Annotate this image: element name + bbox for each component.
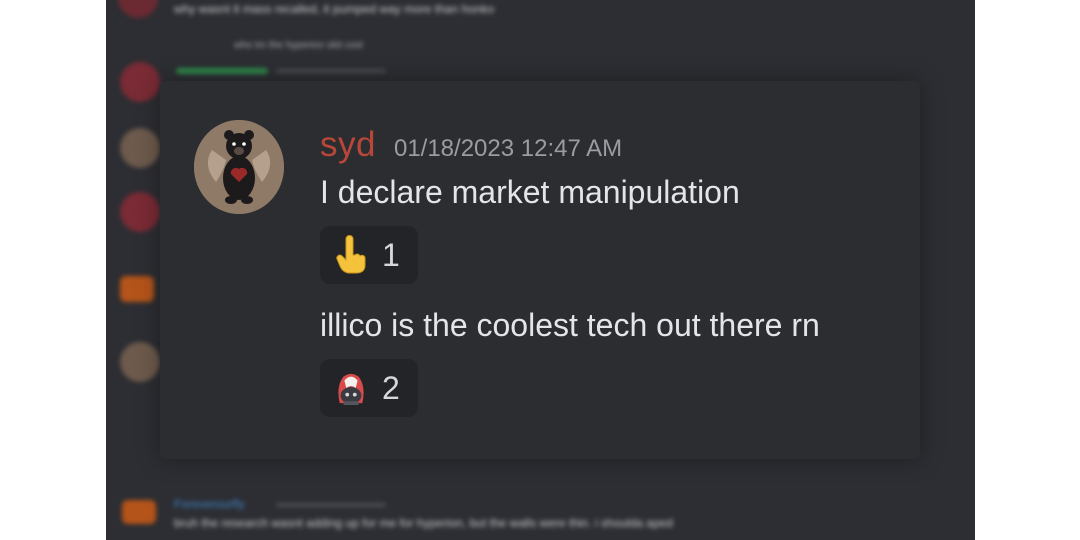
reaction-count: 1 [382,236,400,273]
timestamp: 01/18/2023 12:47 AM [393,135,623,162]
message-text: illico is the coolest tech out there rn [320,307,820,343]
custom-character-emoji-icon [334,368,368,408]
background-message-text: why wasnt it mass recalled, it pumped wa… [174,2,495,16]
message-text: I declare market manipulation [320,174,740,210]
pointing-up-hand-icon [334,235,368,275]
avatar [120,192,160,232]
avatar [120,62,160,102]
reaction-count: 2 [382,369,400,406]
background-time-bar [276,69,386,73]
reaction-button[interactable]: 1 [320,226,418,284]
avatar [122,500,156,524]
username[interactable]: syd [320,125,376,165]
bear-avatar-icon [194,120,284,214]
avatar [120,276,154,302]
avatar [118,0,158,18]
message-card: syd 01/18/2023 12:47 AM I declare market… [160,81,920,459]
reaction-button[interactable]: 2 [320,359,418,417]
background-username: Foreverourfly [174,497,245,511]
background-reply-text: who tm the hyperion skit cost [234,40,363,51]
message-header: syd 01/18/2023 12:47 AM [320,125,622,165]
background-time-bar [276,503,386,507]
avatar [120,342,160,382]
user-avatar[interactable] [194,120,284,214]
avatar [120,128,160,168]
background-message-text: bruh the research wasnt adding up for me… [174,516,673,530]
background-name-bar [176,68,268,74]
